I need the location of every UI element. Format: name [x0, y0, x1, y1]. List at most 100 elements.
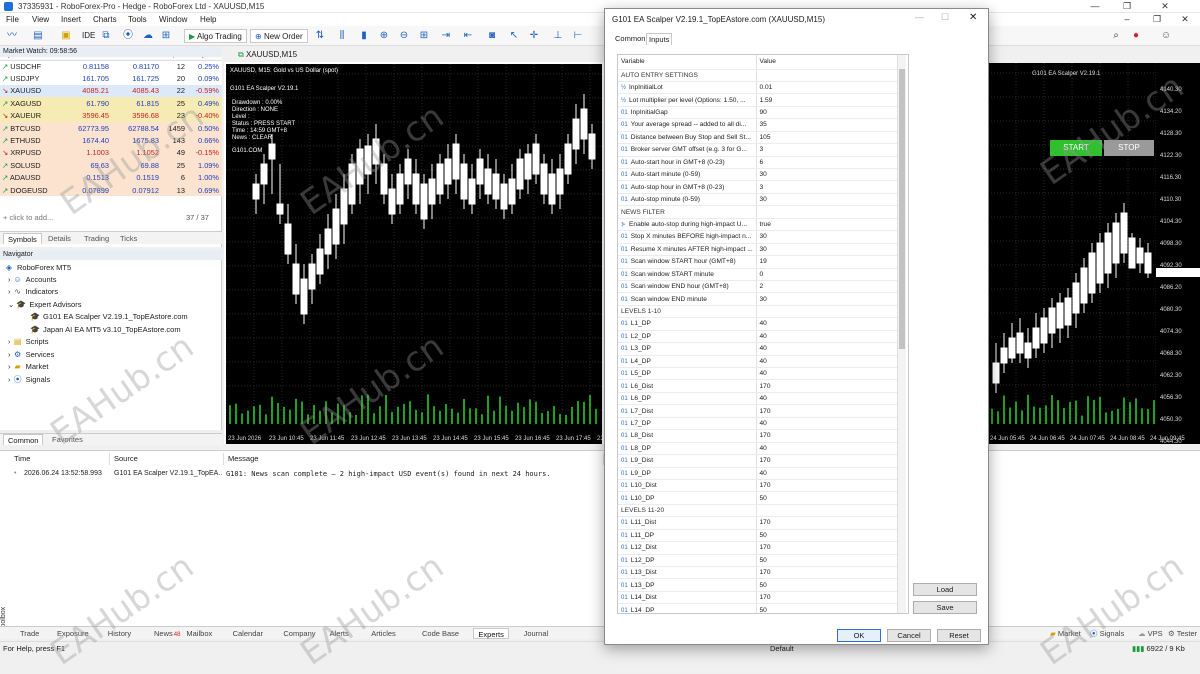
input-row[interactable]: 01 L14_Dist 170 [618, 591, 902, 605]
col-value[interactable]: Value [755, 55, 902, 70]
tab-ticks[interactable]: Ticks [116, 233, 141, 244]
trade-history-icon[interactable]: ⇅ [314, 30, 326, 42]
tab-favorites[interactable]: Favorites [48, 434, 87, 445]
menu-charts[interactable]: Charts [93, 15, 117, 24]
tab-history[interactable]: History [104, 628, 135, 639]
input-row[interactable]: 01 L6_DP 40 [618, 392, 902, 406]
value-cell[interactable]: 50 [755, 578, 902, 592]
dialog-maximize-icon[interactable]: ☐ [941, 12, 949, 23]
save-button[interactable]: Save [913, 601, 977, 614]
dialog-minimize-icon[interactable]: — [915, 12, 924, 22]
market-watch-row[interactable]: ↗ DOGEUSD 0.07899 0.07912 13 0.69% [0, 183, 222, 197]
col-time[interactable]: Time [10, 453, 110, 465]
navigator-root[interactable]: ◈ RoboForex MT5 [4, 262, 71, 274]
input-row[interactable]: 01 Scan window START hour (GMT+8) 19 [618, 255, 902, 269]
nav-ea-g101[interactable]: 🎓 G101 EA Scalper V2.19.1_TopEAstore.com [30, 311, 188, 323]
input-row[interactable]: 01 L13_DP 50 [618, 578, 902, 592]
value-cell[interactable]: 170 [755, 516, 902, 530]
nav-indicators[interactable]: › ∿ Indicators [8, 286, 58, 298]
reset-button[interactable]: Reset [937, 629, 981, 642]
value-cell[interactable]: 30 [755, 243, 902, 257]
value-cell[interactable]: 3 [755, 143, 902, 157]
tab-code-base[interactable]: Code Base [418, 628, 463, 639]
input-row[interactable]: 01 L3_DP 40 [618, 342, 902, 356]
value-cell[interactable]: 170 [755, 591, 902, 605]
cancel-button[interactable]: Cancel [887, 629, 931, 642]
grid-icon[interactable]: ⊞ [418, 30, 430, 42]
value-cell[interactable]: 6 [755, 156, 902, 170]
vertical-line-icon[interactable]: ⊥ [552, 30, 564, 42]
value-cell[interactable]: 170 [755, 479, 902, 493]
template-icon[interactable]: ▤ [32, 30, 44, 42]
value-cell[interactable]: 3 [755, 180, 902, 194]
value-cell[interactable]: 50 [755, 554, 902, 568]
price-chart-right[interactable]: G101 EA Scalper V2.19.1 4140.30 4134.20 412… [987, 63, 1200, 445]
add-symbol-row[interactable]: + click to add... [3, 213, 53, 222]
signal-icon[interactable]: ⦿ [122, 30, 134, 42]
input-row[interactable]: 01 L6_Dist 170 [618, 379, 902, 393]
col-variable[interactable]: Variable [618, 55, 756, 70]
input-row[interactable]: 01 L13_Dist 170 [618, 566, 902, 580]
value-cell[interactable]: 30 [755, 168, 902, 182]
value-cell[interactable]: 170 [755, 429, 902, 443]
input-row[interactable]: ½ InpInitialLot 0.01 [618, 81, 902, 95]
stop-button[interactable]: STOP [1104, 140, 1154, 156]
input-row[interactable]: 01 L14_DP 50 [618, 603, 902, 613]
nav-signals[interactable]: › ⦿ Signals [8, 374, 50, 386]
tab-inputs[interactable]: Inputs [646, 33, 673, 45]
tab-articles[interactable]: Articles [367, 628, 400, 639]
market-link[interactable]: ▰ Market [1046, 628, 1085, 639]
tab-details[interactable]: Details [44, 233, 75, 244]
input-row[interactable]: ⊱ Enable auto-stop during high-impact U..… [618, 218, 902, 232]
start-button[interactable]: START [1050, 140, 1102, 156]
value-cell[interactable]: 40 [755, 442, 902, 456]
input-row[interactable]: 01 L12_DP 50 [618, 554, 902, 568]
chart-canvas-right[interactable]: G101 EA Scalper V2.19.1 4140.30 4134.20 412… [987, 63, 1200, 445]
value-cell[interactable]: 50 [755, 529, 902, 543]
menu-window[interactable]: Window [159, 15, 187, 24]
nav-market[interactable]: › ▰ Market [8, 361, 49, 373]
new-order-button[interactable]: ⊕ New Order [250, 29, 308, 43]
ide-button[interactable]: IDE [80, 29, 97, 43]
value-cell[interactable]: 50 [755, 491, 902, 505]
vps-icon[interactable]: ☁ [142, 30, 154, 42]
value-cell[interactable]: 30 [755, 292, 902, 306]
input-row[interactable]: 01 L9_DP 40 [618, 467, 902, 480]
bar-chart-icon[interactable]: ⫼ [336, 30, 348, 42]
input-row[interactable]: 01 L7_Dist 170 [618, 404, 902, 418]
input-row[interactable]: 01 L1_DP 40 [618, 317, 902, 331]
value-cell[interactable]: 105 [755, 131, 902, 145]
input-row[interactable]: 01 Stop X minutes BEFORE high-impact n...… [618, 230, 902, 244]
dialog-close-icon[interactable]: ✕ [969, 12, 977, 23]
value-cell[interactable]: 40 [755, 330, 902, 344]
input-row[interactable]: 01 L8_Dist 170 [618, 429, 902, 443]
chart-tab[interactable]: ⧉ XAUUSD,M15 [224, 48, 606, 62]
value-cell[interactable]: true [755, 218, 902, 232]
scrollbar-thumb[interactable] [899, 69, 905, 349]
notifications-icon[interactable]: ● [1130, 30, 1142, 42]
menu-tools[interactable]: Tools [128, 15, 147, 24]
value-cell[interactable]: 170 [755, 541, 902, 555]
tab-symbols[interactable]: Symbols [3, 233, 42, 244]
value-cell[interactable]: 170 [755, 379, 902, 393]
value-cell[interactable]: 30 [755, 230, 902, 244]
market-watch-row[interactable]: ↗ XAGUSD 61.790 61.815 25 0.49% [0, 97, 222, 110]
input-row[interactable]: 01 Scan window END minute 30 [618, 292, 902, 306]
ok-button[interactable]: OK [837, 629, 881, 642]
input-row[interactable]: 01 Your average spread -- added to all di… [618, 118, 902, 132]
input-row[interactable]: 01 Auto-stop hour in GMT+8 (0-23) 3 [618, 180, 902, 194]
tab-alerts[interactable]: Alerts [326, 628, 353, 639]
tab-company[interactable]: Company [279, 628, 319, 639]
value-cell[interactable]: 0 [755, 268, 902, 281]
tab-common-nav[interactable]: Common [3, 434, 44, 445]
market-watch-row[interactable]: ↘ XAUUSD 4085.21 4085.43 22 -0.59% [0, 84, 222, 98]
minimize-icon[interactable]: — [1080, 0, 1110, 13]
market-watch-row[interactable]: ↗ ETHUSD 1674.40 1675.83 143 0.66% [0, 134, 222, 147]
market-watch-row[interactable]: ↗ SOLUSD 69.63 69.88 25 1.09% [0, 159, 222, 172]
input-row[interactable]: 01 Distance between Buy Stop and Sell St.… [618, 131, 902, 145]
value-cell[interactable]: 35 [755, 118, 902, 132]
tab-news[interactable]: News48 [150, 628, 184, 639]
tab-journal[interactable]: Journal [520, 628, 553, 639]
algo-trading-button[interactable]: ▶ Algo Trading [184, 29, 247, 43]
value-cell[interactable]: 40 [755, 342, 902, 356]
